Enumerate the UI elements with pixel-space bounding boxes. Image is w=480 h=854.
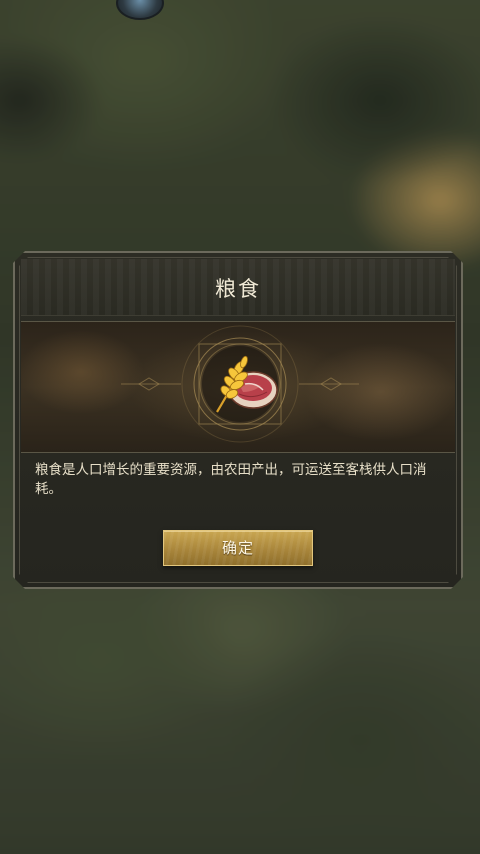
item-banner <box>21 321 455 453</box>
dialog-title: 粮食 <box>215 277 261 301</box>
dialog-header: 粮食 <box>21 259 455 316</box>
resource-info-dialog: 粮食 粮食是人口增长的重要资源，由农田产出，可运送至客栈供人口消耗。 确定 <box>13 251 463 589</box>
game-screen: 粮食 粮食是人口增长的重要资源，由农田产出，可运送至客栈供人口消耗。 确定 <box>0 0 480 854</box>
resource-description: 粮食是人口增长的重要资源，由农田产出，可运送至客栈供人口消耗。 <box>35 462 427 497</box>
grain-meat-icon <box>209 352 279 418</box>
confirm-button[interactable]: 确定 <box>163 530 313 566</box>
